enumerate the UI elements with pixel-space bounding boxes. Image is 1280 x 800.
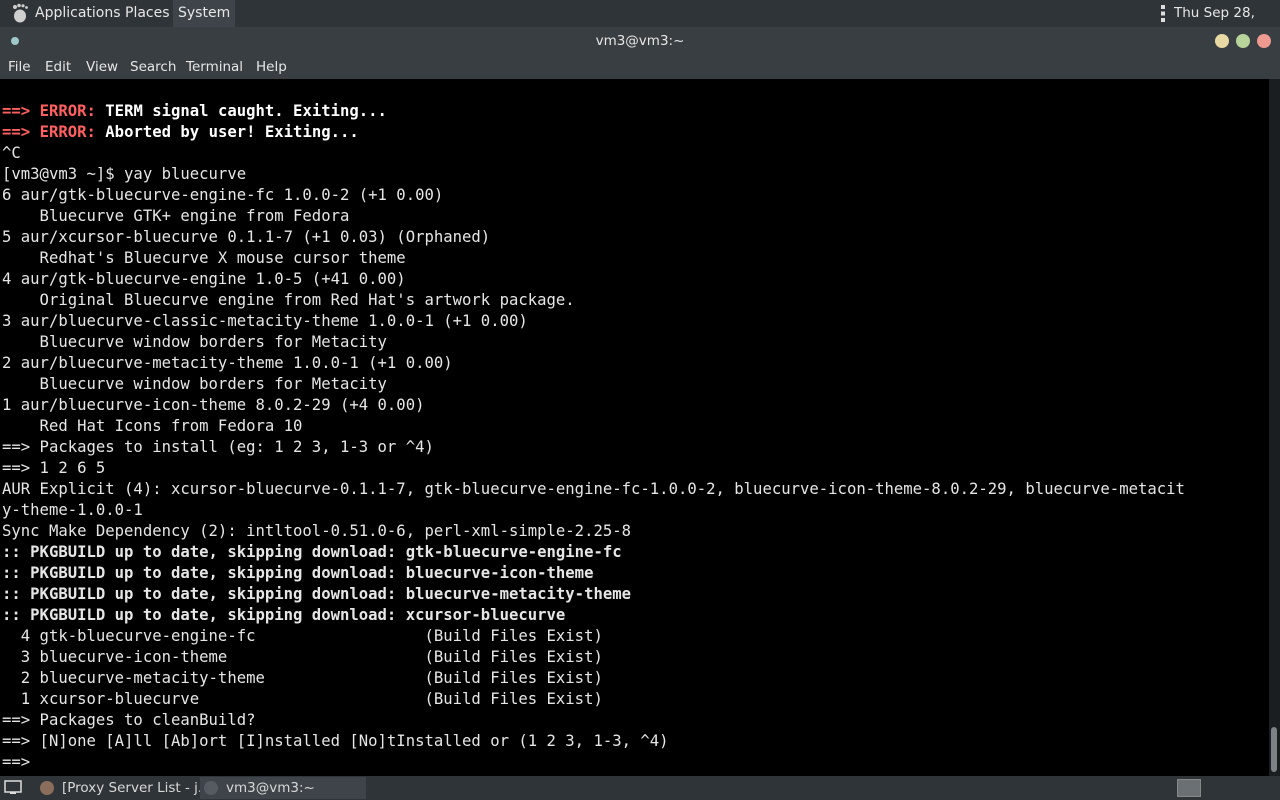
system-menu[interactable]: System — [173, 0, 236, 27]
top-panel: Applications Places System Thu Sep 28, 1… — [0, 0, 1280, 48]
terminal-line-text: [vm3@vm3 ~]$ yay bluecurve — [2, 165, 247, 183]
maximize-button[interactable] — [1236, 34, 1250, 48]
menu-search[interactable]: Search — [130, 55, 176, 79]
taskbar-item-label: [Proxy Server List - j... — [62, 780, 211, 796]
error-message: Aborted by user! Exiting... — [95, 123, 359, 141]
terminal-line-text: 4 aur/gtk-bluecurve-engine 1.0-5 (+41 0.… — [2, 270, 406, 288]
taskbar-item-proxy-list[interactable]: [Proxy Server List - j... — [36, 777, 211, 799]
terminal-line: Redhat's Bluecurve X mouse cursor theme — [2, 248, 406, 269]
terminal-line-text: Bluecurve window borders for Metacity — [2, 375, 387, 393]
minimize-button[interactable] — [1215, 34, 1229, 48]
terminal-line: ==> ERROR: TERM signal caught. Exiting..… — [2, 101, 387, 122]
terminal-line: Bluecurve window borders for Metacity — [2, 374, 387, 395]
terminal-line: 4 gtk-bluecurve-engine-fc (Build Files E… — [2, 626, 603, 647]
terminal-line-text: Bluecurve window borders for Metacity — [2, 333, 387, 351]
terminal-line: 3 aur/bluecurve-classic-metacity-theme 1… — [2, 311, 528, 332]
terminal-line-text: ==> 1 2 6 5 — [2, 459, 106, 477]
places-menu[interactable]: Places — [120, 0, 175, 27]
terminal-line-text: ^C — [2, 144, 21, 162]
close-button[interactable] — [1257, 34, 1271, 48]
terminal-line-text: Sync Make Dependency (2): intltool-0.51.… — [2, 522, 632, 540]
terminal-line: ==> ERROR: Aborted by user! Exiting... — [2, 122, 359, 143]
terminal-line: Bluecurve window borders for Metacity — [2, 332, 387, 353]
terminal-line: 4 aur/gtk-bluecurve-engine 1.0-5 (+41 0.… — [2, 269, 406, 290]
workspace-switcher[interactable] — [1177, 779, 1201, 797]
firefox-icon — [40, 781, 54, 795]
terminal-line-text: 1 xcursor-bluecurve (Build Files Exist) — [2, 690, 603, 708]
terminal-line: 5 aur/xcursor-bluecurve 0.1.1-7 (+1 0.03… — [2, 227, 490, 248]
terminal-line: 2 bluecurve-metacity-theme (Build Files … — [2, 668, 603, 689]
terminal-line: 2 aur/bluecurve-metacity-theme 1.0.0-1 (… — [2, 353, 453, 374]
terminal-line: ^C — [2, 143, 21, 164]
terminal-line: ==> Packages to install (eg: 1 2 3, 1-3 … — [2, 437, 434, 458]
terminal-scrollbar[interactable] — [1269, 79, 1280, 776]
terminal-line-text: :: PKGBUILD up to date, skipping downloa… — [2, 606, 566, 624]
terminal-line-text: 6 aur/gtk-bluecurve-engine-fc 1.0.0-2 (+… — [2, 186, 444, 204]
terminal-line: ==> — [2, 752, 40, 773]
terminal-line-text: 3 bluecurve-icon-theme (Build Files Exis… — [2, 648, 603, 666]
window-titlebar[interactable]: vm3@vm3:~ — [0, 27, 1280, 55]
gnome-foot-icon[interactable] — [8, 2, 30, 24]
terminal-line-text: y-theme-1.0.0-1 — [2, 501, 143, 519]
terminal-icon — [204, 781, 218, 795]
terminal-line-text: ==> [N]one [A]ll [Ab]ort [I]nstalled [No… — [2, 732, 669, 750]
terminal-line-text: ==> — [2, 753, 40, 771]
applications-menu[interactable]: Applications — [30, 0, 126, 27]
prompt-arrow: ==> — [2, 123, 40, 141]
terminal-line-text: Original Bluecurve engine from Red Hat's… — [2, 291, 575, 309]
error-message: TERM signal caught. Exiting... — [95, 102, 387, 120]
terminal-line-text: AUR Explicit (4): xcursor-bluecurve-0.1.… — [2, 480, 1185, 498]
menu-view[interactable]: View — [86, 55, 118, 79]
terminal-line: Bluecurve GTK+ engine from Fedora — [2, 206, 350, 227]
taskbar-item-terminal[interactable]: vm3@vm3:~ — [200, 777, 366, 799]
prompt-arrow: ==> — [2, 102, 40, 120]
terminal-line: Red Hat Icons from Fedora 10 — [2, 416, 303, 437]
error-label: ERROR: — [39, 123, 96, 141]
menu-help[interactable]: Help — [256, 55, 287, 79]
terminal-line: y-theme-1.0.0-1 — [2, 500, 143, 521]
terminal-line: 1 aur/bluecurve-icon-theme 8.0.2-29 (+4 … — [2, 395, 424, 416]
terminal-line-text: Redhat's Bluecurve X mouse cursor theme — [2, 249, 406, 267]
terminal-line: [vm3@vm3 ~]$ yay bluecurve — [2, 164, 246, 185]
terminal-line: :: PKGBUILD up to date, skipping downloa… — [2, 605, 565, 626]
terminal-line-text: 4 gtk-bluecurve-engine-fc (Build Files E… — [2, 627, 603, 645]
terminal-line: :: PKGBUILD up to date, skipping downloa… — [2, 542, 622, 563]
kebab-menu-icon[interactable] — [1158, 4, 1168, 23]
taskbar-item-label: vm3@vm3:~ — [226, 780, 315, 796]
terminal-line: Sync Make Dependency (2): intltool-0.51.… — [2, 521, 631, 542]
terminal-line-text: :: PKGBUILD up to date, skipping downloa… — [2, 585, 632, 603]
menu-edit[interactable]: Edit — [45, 55, 71, 79]
error-label: ERROR: — [39, 102, 96, 120]
terminal-line-text: :: PKGBUILD up to date, skipping downloa… — [2, 543, 622, 561]
terminal-line-text: 1 aur/bluecurve-icon-theme 8.0.2-29 (+4 … — [2, 396, 425, 414]
window-title: vm3@vm3:~ — [595, 33, 685, 49]
terminal-line: ==> Packages to cleanBuild? — [2, 710, 255, 731]
terminal-line: AUR Explicit (4): xcursor-bluecurve-0.1.… — [2, 479, 1185, 500]
terminal-line-text: Red Hat Icons from Fedora 10 — [2, 417, 303, 435]
terminal-line: ==> [N]one [A]ll [Ab]ort [I]nstalled [No… — [2, 731, 669, 752]
terminal-line-text: 3 aur/bluecurve-classic-metacity-theme 1… — [2, 312, 528, 330]
terminal-line-text: 2 aur/bluecurve-metacity-theme 1.0.0-1 (… — [2, 354, 453, 372]
terminal-line-text: :: PKGBUILD up to date, skipping downloa… — [2, 564, 594, 582]
terminal-line: Original Bluecurve engine from Red Hat's… — [2, 290, 575, 311]
menu-terminal[interactable]: Terminal — [186, 55, 243, 79]
terminal-line: 6 aur/gtk-bluecurve-engine-fc 1.0.0-2 (+… — [2, 185, 443, 206]
terminal-line: 3 bluecurve-icon-theme (Build Files Exis… — [2, 647, 603, 668]
terminal-output[interactable]: ==> ERROR: TERM signal caught. Exiting..… — [0, 79, 1269, 776]
terminal-line: :: PKGBUILD up to date, skipping downloa… — [2, 563, 593, 584]
menu-file[interactable]: File — [8, 55, 31, 79]
terminal-line: :: PKGBUILD up to date, skipping downloa… — [2, 584, 631, 605]
terminal-line-text: Bluecurve GTK+ engine from Fedora — [2, 207, 350, 225]
terminal-line-text: ==> Packages to cleanBuild? — [2, 711, 256, 729]
terminal-line-text: 2 bluecurve-metacity-theme (Build Files … — [2, 669, 603, 687]
scrollbar-thumb[interactable] — [1271, 727, 1277, 772]
terminal-line-text: ==> Packages to install (eg: 1 2 3, 1-3 … — [2, 438, 434, 456]
terminal-menubar: File Edit View Search Terminal Help — [0, 55, 1280, 79]
terminal-line: 1 xcursor-bluecurve (Build Files Exist) — [2, 689, 603, 710]
terminal-line-text: 5 aur/xcursor-bluecurve 0.1.1-7 (+1 0.03… — [2, 228, 491, 246]
show-desktop-icon[interactable] — [4, 780, 22, 795]
terminal-line: ==> 1 2 6 5 — [2, 458, 105, 479]
bottom-panel: [Proxy Server List - j... vm3@vm3:~ — [0, 776, 1280, 800]
